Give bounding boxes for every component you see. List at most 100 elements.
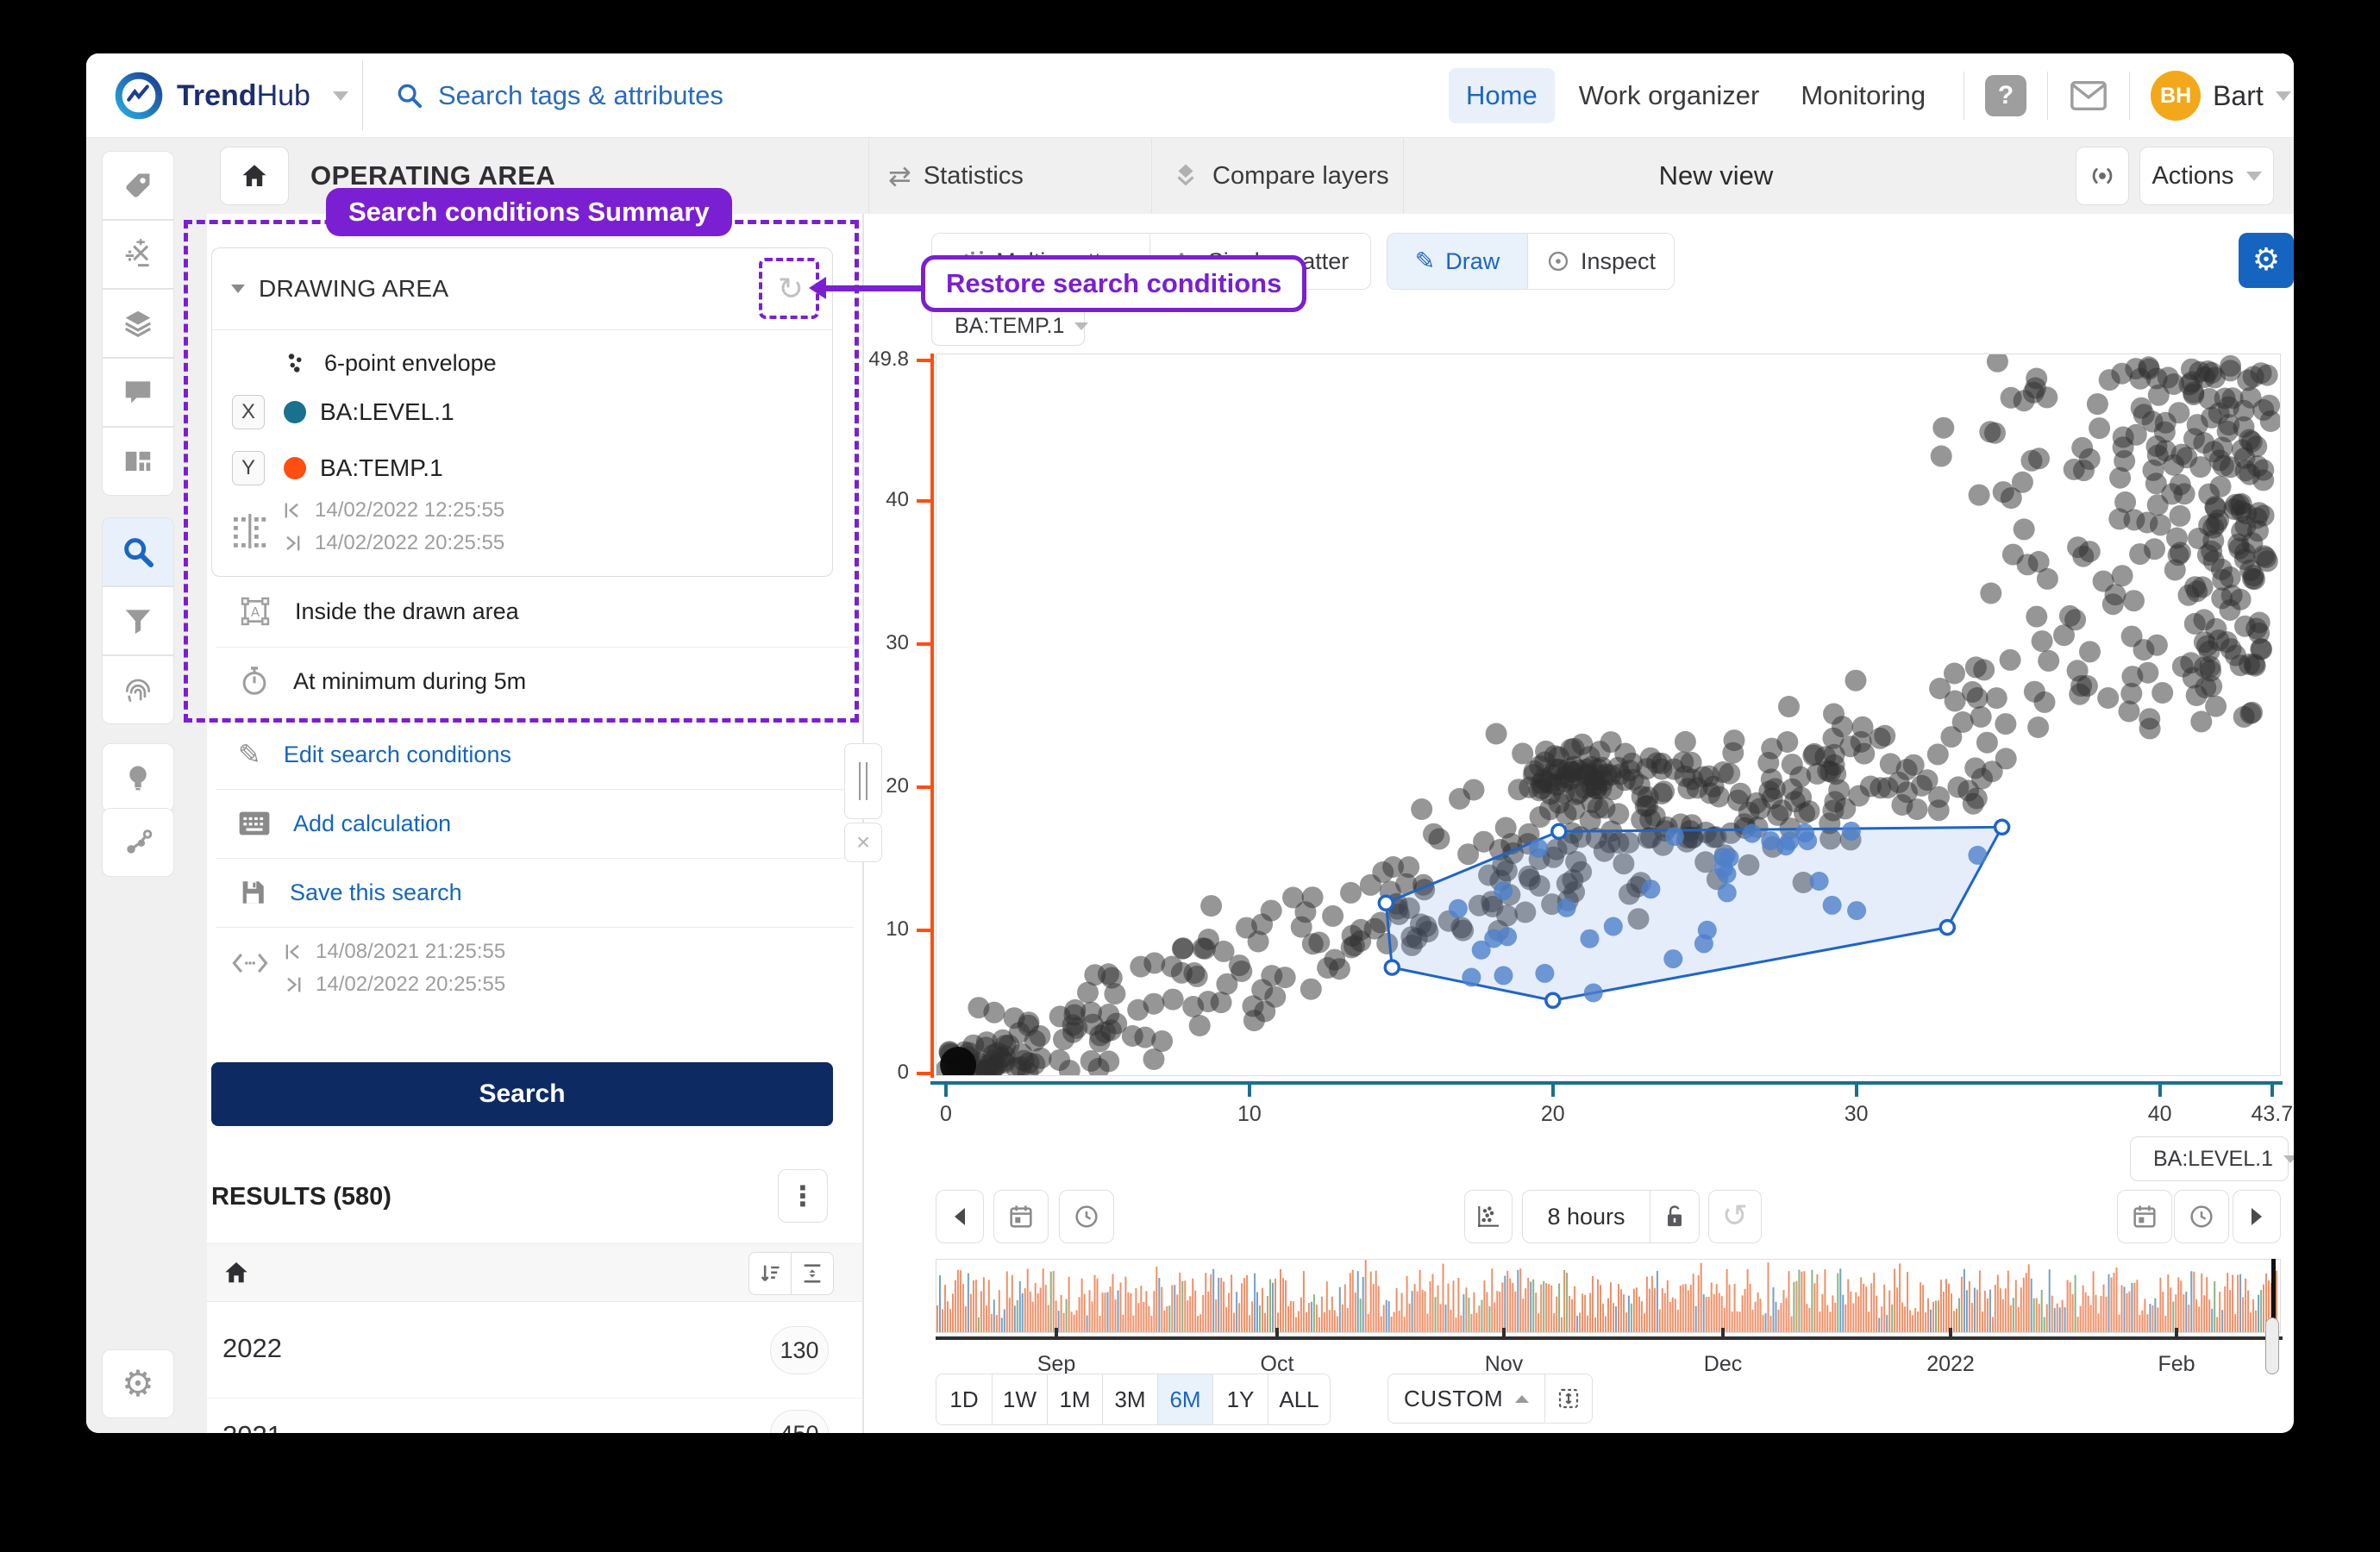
- timeline-axis-line: [936, 1336, 2283, 1340]
- dashboard-button[interactable]: [102, 427, 174, 496]
- view-title[interactable]: New view: [1659, 160, 1774, 191]
- help-icon[interactable]: ?: [1985, 75, 2026, 116]
- y-axis-line: [930, 354, 934, 1078]
- collapse-all-button[interactable]: [792, 1253, 833, 1294]
- month-label: Feb: [2158, 1352, 2195, 1377]
- inspect-icon: [1546, 249, 1570, 273]
- end-clock-button[interactable]: [2174, 1190, 2229, 1243]
- preset-1y[interactable]: 1Y: [1212, 1374, 1268, 1424]
- tab-draw[interactable]: ✎ Draw: [1387, 234, 1527, 289]
- summary-label-text: Search conditions Summary: [348, 197, 710, 227]
- nav-monitoring[interactable]: Monitoring: [1783, 68, 1943, 123]
- actions-button[interactable]: Actions: [2139, 147, 2274, 205]
- timeline-back-button[interactable]: [936, 1190, 984, 1243]
- result-row-count: 130: [770, 1326, 829, 1374]
- chip-caret-icon: [1074, 322, 1088, 330]
- network-icon: [122, 826, 154, 859]
- preset-1m[interactable]: 1M: [1047, 1374, 1102, 1424]
- sort-button[interactable]: [749, 1253, 792, 1294]
- broadcast-button[interactable]: [2076, 147, 2129, 205]
- fit-range-button[interactable]: [1545, 1374, 1592, 1424]
- summary-annotation-label: Search conditions Summary: [326, 188, 732, 236]
- x-tick-mark: [1551, 1085, 1555, 1097]
- chip-caret-icon: [2283, 1155, 2294, 1163]
- insights-button[interactable]: [102, 743, 174, 812]
- timeline-scrubber-handle[interactable]: [2265, 1317, 2279, 1374]
- timeline-forward-button[interactable]: [2233, 1190, 2281, 1243]
- start-clock-button[interactable]: [1059, 1190, 1114, 1243]
- month-tick-mark: [1275, 1328, 1279, 1340]
- duration-value: 8 hours: [1523, 1204, 1650, 1230]
- scatter-plot[interactable]: [936, 354, 2280, 1075]
- search-button[interactable]: Search: [211, 1062, 833, 1126]
- add-calculation-link[interactable]: Add calculation: [238, 806, 451, 841]
- compare-layers-icon: [1171, 161, 1200, 191]
- home-button[interactable]: [220, 147, 289, 205]
- start-calendar-button[interactable]: [993, 1190, 1049, 1243]
- preset-1d[interactable]: 1D: [936, 1374, 992, 1424]
- edit-search-conditions-link[interactable]: ✎ Edit search conditions: [238, 737, 511, 772]
- preset-all[interactable]: ALL: [1268, 1374, 1330, 1424]
- home-filter-icon[interactable]: [222, 1259, 250, 1286]
- settings-button[interactable]: ⚙: [102, 1349, 174, 1418]
- to-bar-icon: [283, 974, 304, 995]
- brand[interactable]: TrendHub: [115, 69, 348, 122]
- history-button[interactable]: ↺: [1708, 1190, 1762, 1243]
- lock-icon[interactable]: [1650, 1203, 1699, 1230]
- result-row[interactable]: 2021 450: [207, 1386, 862, 1433]
- nav-home[interactable]: Home: [1449, 68, 1555, 123]
- layers-button[interactable]: [102, 289, 174, 358]
- duration-control[interactable]: 8 hours: [1522, 1190, 1700, 1243]
- preset-1w[interactable]: 1W: [992, 1374, 1047, 1424]
- range-from: 14/08/2021 21:25:55: [316, 940, 505, 964]
- statistics-button[interactable]: ⇄ Statistics: [888, 138, 1024, 214]
- app-window: TrendHub Search tags & attributes Home W…: [86, 53, 2294, 1433]
- calendar-icon: [2131, 1203, 2158, 1230]
- x-axis-tag-chip[interactable]: BA:LEVEL.1: [2130, 1136, 2289, 1181]
- search-input[interactable]: Search tags & attributes: [438, 80, 723, 111]
- brand-caret-icon[interactable]: [333, 91, 348, 101]
- panel-close-button[interactable]: ×: [844, 823, 882, 862]
- search-tool-button[interactable]: [102, 517, 174, 586]
- tab-label: Inspect: [1581, 248, 1656, 275]
- compare-layers-button[interactable]: Compare layers: [1171, 138, 1389, 214]
- x-tick-mark: [2158, 1085, 2162, 1097]
- filter-button[interactable]: [102, 586, 174, 655]
- results-menu-button[interactable]: ⋮: [778, 1169, 828, 1223]
- preset-6m[interactable]: 6M: [1157, 1374, 1212, 1424]
- timeline-strip[interactable]: [936, 1259, 2281, 1333]
- user-menu[interactable]: BH Bart: [2151, 71, 2291, 121]
- x-tick-mark: [944, 1085, 948, 1097]
- x-tick-label: 30: [1822, 1102, 1891, 1127]
- group-points-button[interactable]: [1464, 1190, 1513, 1243]
- restore-annotation-callout: Restore search conditions: [921, 255, 1306, 312]
- custom-label: CUSTOM: [1404, 1386, 1503, 1412]
- custom-range-button[interactable]: CUSTOM: [1388, 1374, 1544, 1424]
- layers-icon: [122, 307, 154, 340]
- relations-button[interactable]: [102, 808, 174, 877]
- funnel-icon: [122, 604, 154, 637]
- preset-3m[interactable]: 3M: [1102, 1374, 1157, 1424]
- tab-inspect[interactable]: Inspect: [1527, 234, 1674, 289]
- brand-hub: Hub: [257, 79, 310, 112]
- header-divider: [1403, 138, 1404, 214]
- calculations-button[interactable]: [102, 220, 174, 289]
- global-search[interactable]: Search tags & attributes: [395, 74, 723, 117]
- search-button-label: Search: [479, 1080, 565, 1109]
- x-tick-mark: [2270, 1085, 2274, 1097]
- month-tick-mark: [1502, 1328, 1506, 1340]
- messages-icon[interactable]: [2069, 78, 2108, 113]
- comments-button[interactable]: [102, 358, 174, 427]
- nav-work-organizer[interactable]: Work organizer: [1562, 68, 1777, 123]
- month-tick-mark: [1949, 1328, 1952, 1340]
- fingerprint-button[interactable]: [102, 655, 174, 724]
- edit-link-label: Edit search conditions: [284, 742, 511, 768]
- result-row[interactable]: 2022 130: [207, 1302, 862, 1399]
- gear-icon: ⚙: [122, 1366, 154, 1402]
- save-search-link[interactable]: Save this search: [238, 875, 462, 910]
- compare-layers-label: Compare layers: [1212, 162, 1389, 191]
- chart-settings-button[interactable]: ⚙: [2239, 233, 2294, 288]
- tags-button[interactable]: [102, 151, 174, 220]
- header-divider: [868, 138, 869, 214]
- end-calendar-button[interactable]: [2117, 1190, 2172, 1243]
